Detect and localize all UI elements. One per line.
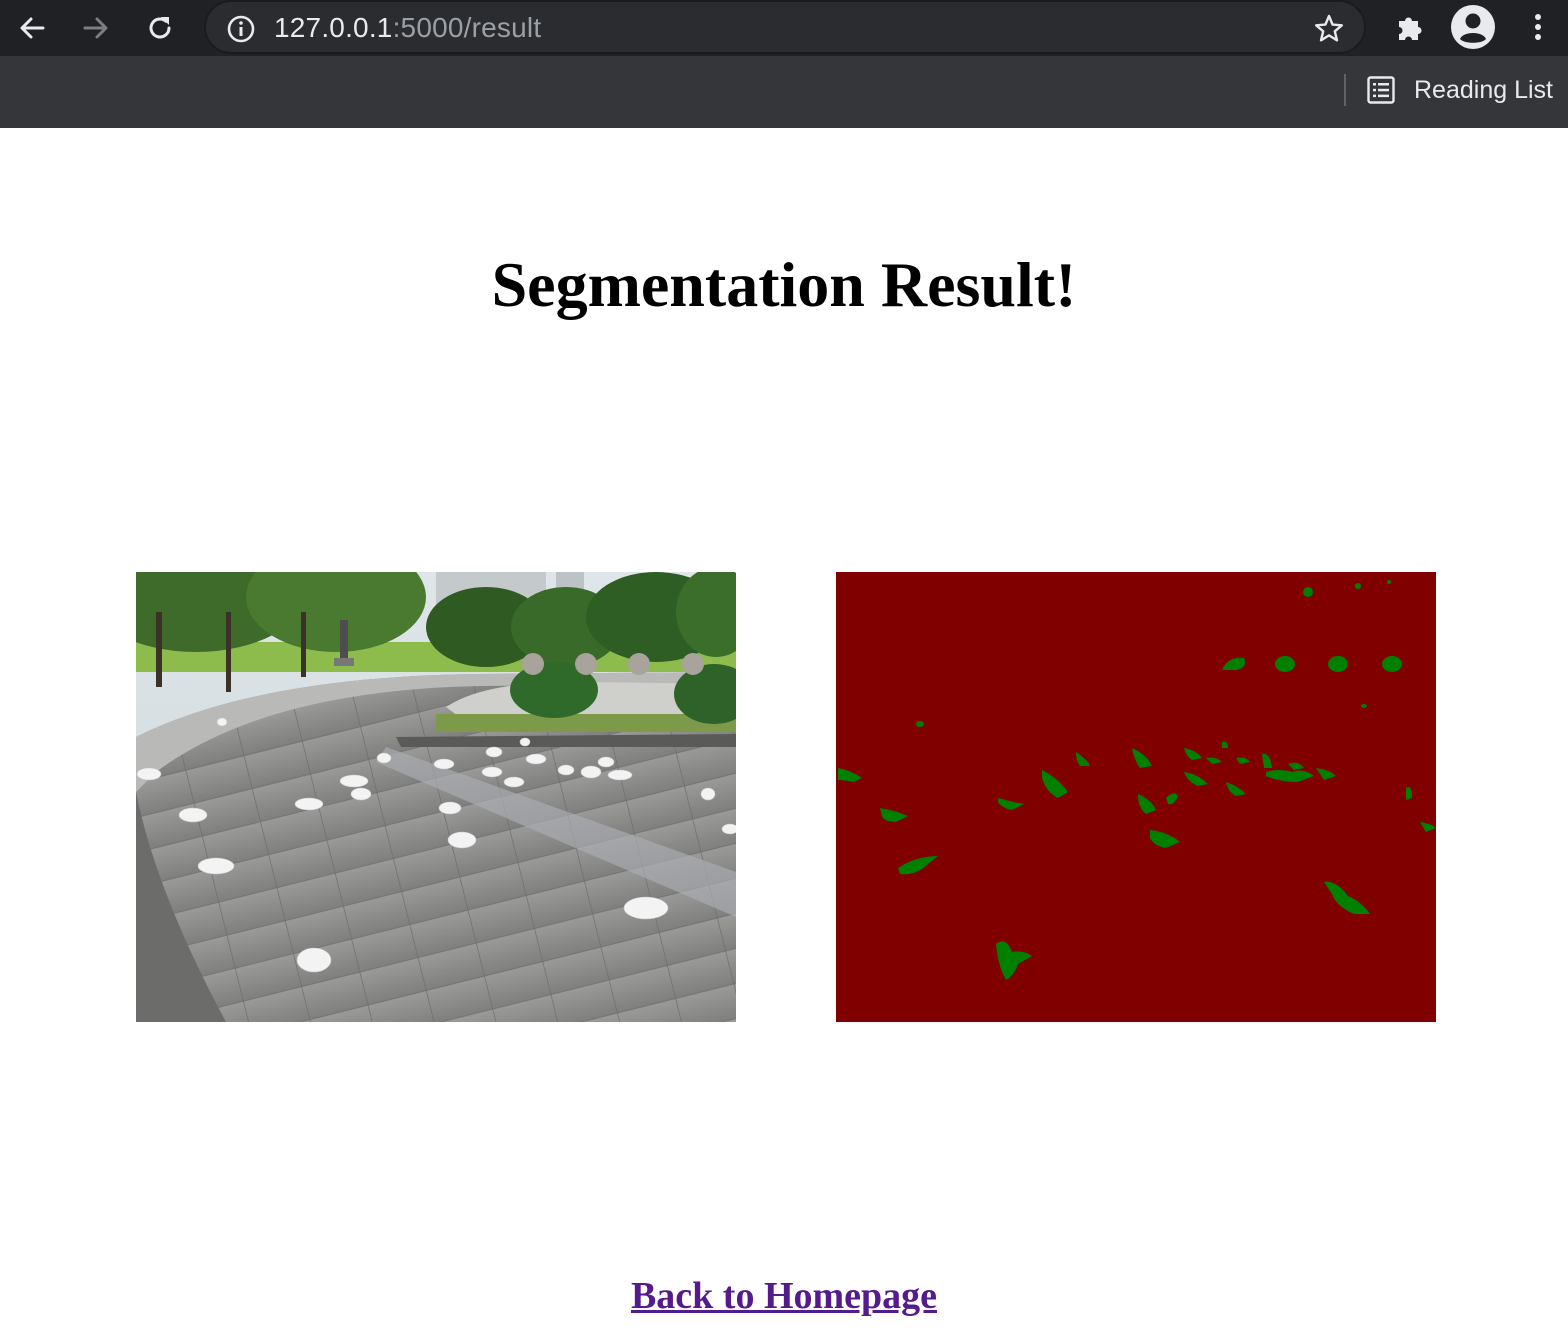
more-menu-button[interactable]	[1515, 4, 1561, 50]
more-menu-icon	[1535, 14, 1541, 40]
site-info-icon[interactable]	[226, 14, 256, 44]
reload-icon	[149, 17, 171, 39]
reading-list-label: Reading List	[1414, 75, 1553, 104]
back-link-wrapper: Back to Homepage	[0, 1274, 1568, 1318]
page-title: Segmentation Result!	[491, 249, 1077, 320]
bookmark-star-icon[interactable]	[1312, 12, 1346, 46]
bookmarks-bar: Reading List	[0, 56, 1568, 128]
forward-arrow-icon	[83, 17, 108, 39]
original-image	[136, 572, 736, 1022]
reload-button[interactable]	[138, 6, 182, 50]
back-to-homepage-link[interactable]: Back to Homepage	[631, 1275, 937, 1317]
url-host: 127.0.0.1	[274, 12, 393, 43]
address-bar[interactable]: 127.0.0.1:5000/result	[204, 0, 1366, 54]
reading-list-button[interactable]: Reading List	[1366, 72, 1553, 108]
segmentation-mask-image	[836, 572, 1436, 1022]
extensions-puzzle-icon	[1399, 17, 1422, 40]
url-path: :5000/result	[392, 12, 542, 43]
back-arrow-icon	[20, 17, 45, 39]
back-button[interactable]	[10, 6, 54, 50]
forward-button[interactable]	[74, 6, 118, 50]
reading-list-icon	[1367, 76, 1395, 104]
browser-toolbar: 127.0.0.1:5000/result	[0, 0, 1568, 56]
profile-button[interactable]	[1450, 4, 1496, 50]
extensions-button[interactable]	[1387, 4, 1433, 50]
profile-avatar-icon	[1451, 5, 1495, 49]
bookmarks-divider	[1344, 74, 1346, 106]
url-text[interactable]: 127.0.0.1:5000/result	[274, 10, 541, 46]
